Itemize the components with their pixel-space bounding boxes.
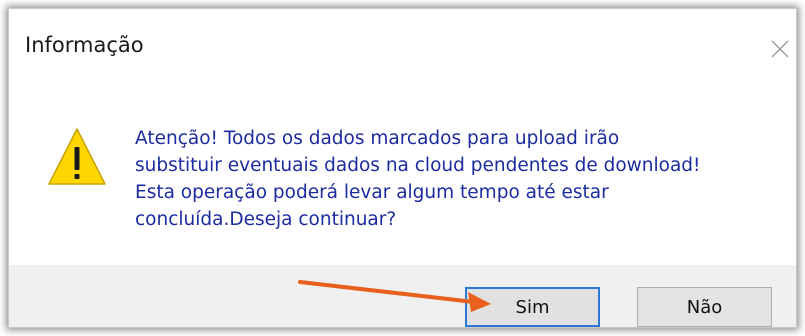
message-line: substituir eventuais dados na cloud pend… [135, 155, 701, 176]
arrow-icon [298, 280, 491, 312]
dialog-title: Informação [25, 33, 144, 57]
dialog-message: Atenção! Todos os dados marcados para up… [135, 125, 775, 233]
close-icon[interactable] [768, 37, 792, 61]
dialog-content: Atenção! Todos os dados marcados para up… [9, 75, 796, 265]
dialog-titlebar: Informação [9, 9, 796, 75]
no-button[interactable]: Não [637, 287, 772, 327]
message-line: Esta operação poderá levar algum tempo a… [135, 182, 609, 203]
warning-icon [48, 128, 106, 185]
message-line: concluída.Deseja continuar? [135, 209, 397, 230]
message-line: Atenção! Todos os dados marcados para up… [135, 128, 620, 149]
